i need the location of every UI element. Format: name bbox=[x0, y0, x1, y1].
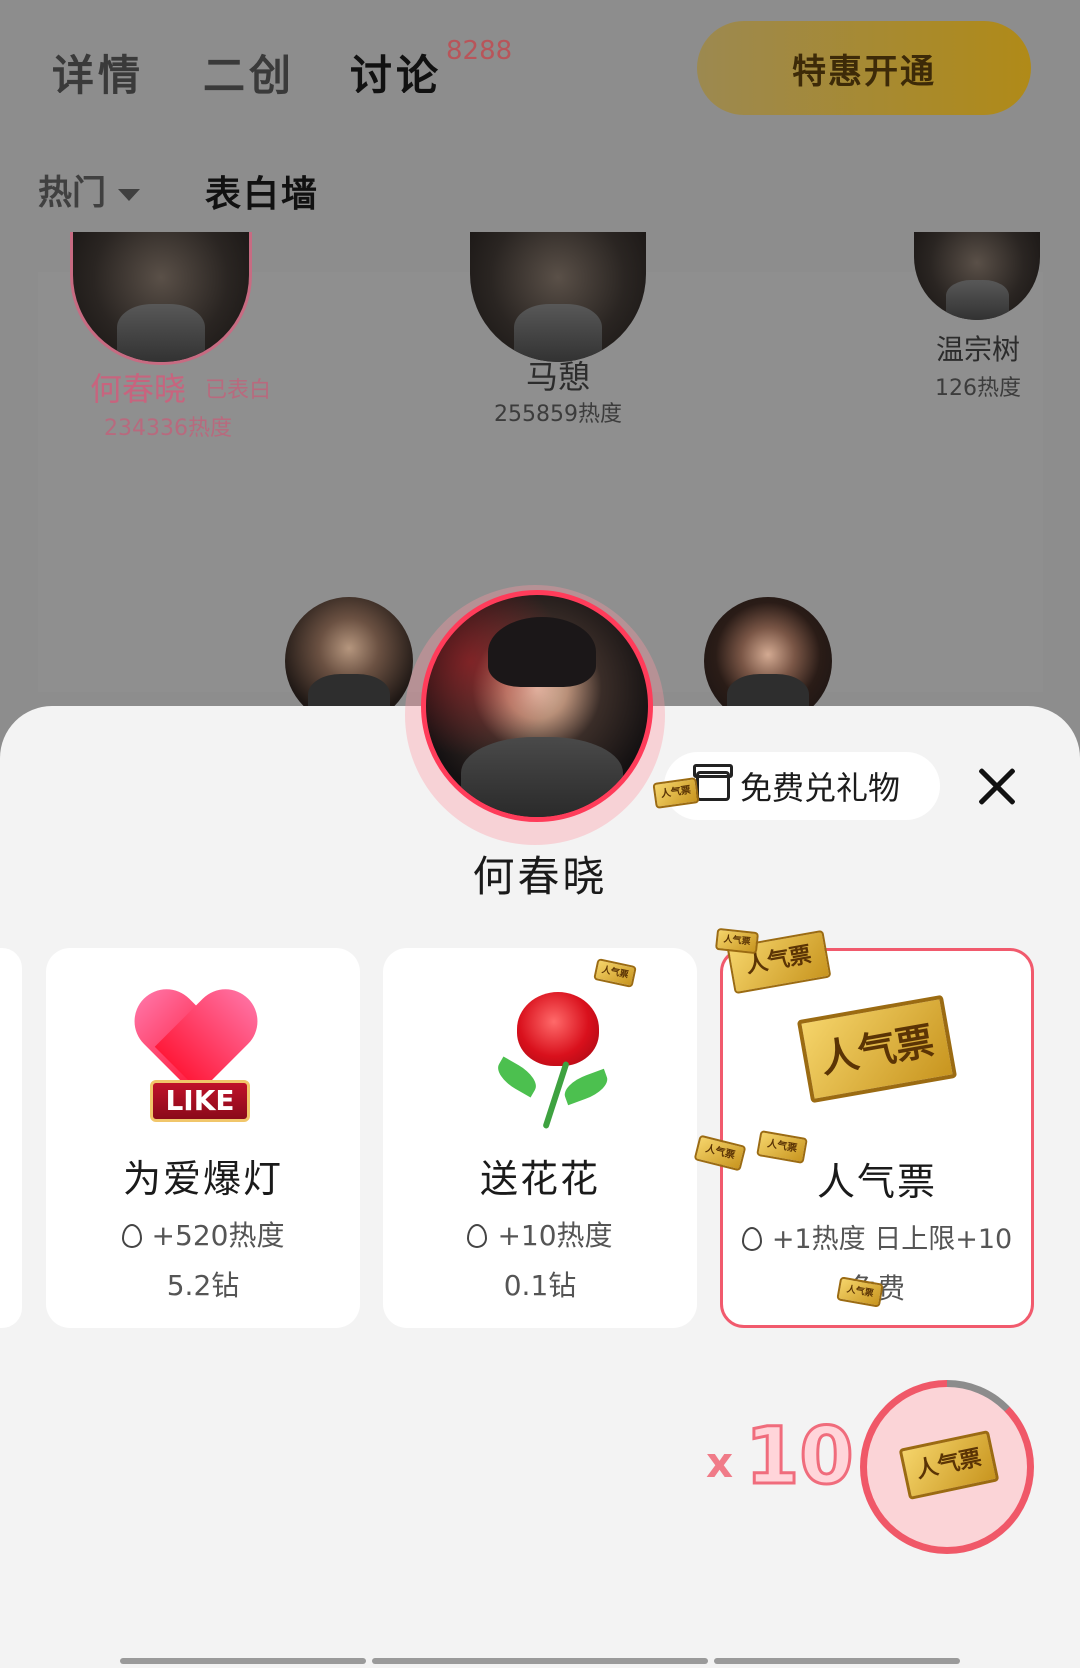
discussion-count-badge: 8288 bbox=[446, 36, 513, 66]
flame-icon bbox=[741, 1227, 762, 1251]
confessed-tag: 已表白 bbox=[204, 378, 271, 403]
gift-heat: +1热度 日上限+10 bbox=[723, 1217, 1031, 1256]
character-name: 何春晓 bbox=[89, 370, 186, 408]
character-heat: 126热度 bbox=[935, 376, 1021, 401]
gift-card-partial[interactable] bbox=[0, 948, 22, 1328]
like-badge: LIKE bbox=[150, 1080, 250, 1122]
confession-wall-tab[interactable]: 表白墙 bbox=[205, 165, 319, 217]
rose-icon bbox=[491, 992, 631, 1132]
gift-card-like[interactable]: LIKE 为爱爆灯 +520热度 5.2钻 bbox=[46, 948, 360, 1328]
send-gift-button[interactable]: 人气票 bbox=[860, 1380, 1034, 1554]
gift-card-flower[interactable]: 人气票 送花花 +10热度 0.1钻 bbox=[383, 948, 697, 1328]
free-gift-exchange-button[interactable]: 免费兑礼物 bbox=[664, 752, 940, 820]
gift-heat: +10热度 bbox=[383, 1214, 697, 1254]
gift-name: 人气票 bbox=[816, 1160, 937, 1204]
free-gift-label: 免费兑礼物 bbox=[740, 769, 901, 807]
gift-box-icon bbox=[693, 764, 733, 801]
selected-character-name: 何春晓 bbox=[472, 852, 608, 901]
gift-name: 为爱爆灯 bbox=[122, 1157, 283, 1201]
gesture-bar bbox=[714, 1658, 960, 1664]
gift-price: 5.2钻 bbox=[166, 1269, 240, 1302]
vip-subscribe-button[interactable]: 特惠开通 bbox=[697, 21, 1031, 115]
hot-sort-dropdown[interactable]: 热门 bbox=[38, 165, 140, 214]
combo-multiplier: x 10 bbox=[706, 1411, 855, 1504]
character-name: 温宗树 bbox=[935, 333, 1020, 366]
gesture-bar bbox=[372, 1658, 708, 1664]
hot-sort-label: 热门 bbox=[38, 173, 106, 213]
character-avatar[interactable] bbox=[914, 232, 1040, 320]
character-heat: 255859热度 bbox=[494, 402, 622, 427]
ticket-icon: 人气票 bbox=[593, 958, 637, 988]
tab-fan-creations[interactable]: 二创 bbox=[203, 42, 295, 103]
popularity-ticket-icon: 人气票 bbox=[796, 994, 958, 1104]
selected-character-avatar[interactable] bbox=[421, 590, 653, 822]
caret-down-icon bbox=[118, 188, 140, 201]
gift-name: 送花花 bbox=[479, 1157, 600, 1201]
tab-details[interactable]: 详情 bbox=[52, 42, 144, 103]
close-icon[interactable] bbox=[975, 765, 1019, 809]
character-avatar[interactable] bbox=[470, 232, 646, 362]
flame-icon bbox=[121, 1224, 142, 1248]
gift-price: 0.1钻 bbox=[503, 1269, 577, 1302]
tab-discussion[interactable]: 讨论 bbox=[350, 42, 442, 103]
ticket-particle: 人气票 bbox=[714, 927, 760, 955]
flame-icon bbox=[467, 1224, 488, 1248]
character-avatar[interactable] bbox=[70, 232, 252, 365]
gift-heat: +520热度 bbox=[46, 1214, 360, 1254]
gesture-bar bbox=[120, 1658, 366, 1664]
character-heat: 234336热度 bbox=[104, 416, 232, 441]
ticket-icon: 人气票 bbox=[898, 1430, 1000, 1500]
character-name: 马憩 bbox=[525, 358, 590, 396]
